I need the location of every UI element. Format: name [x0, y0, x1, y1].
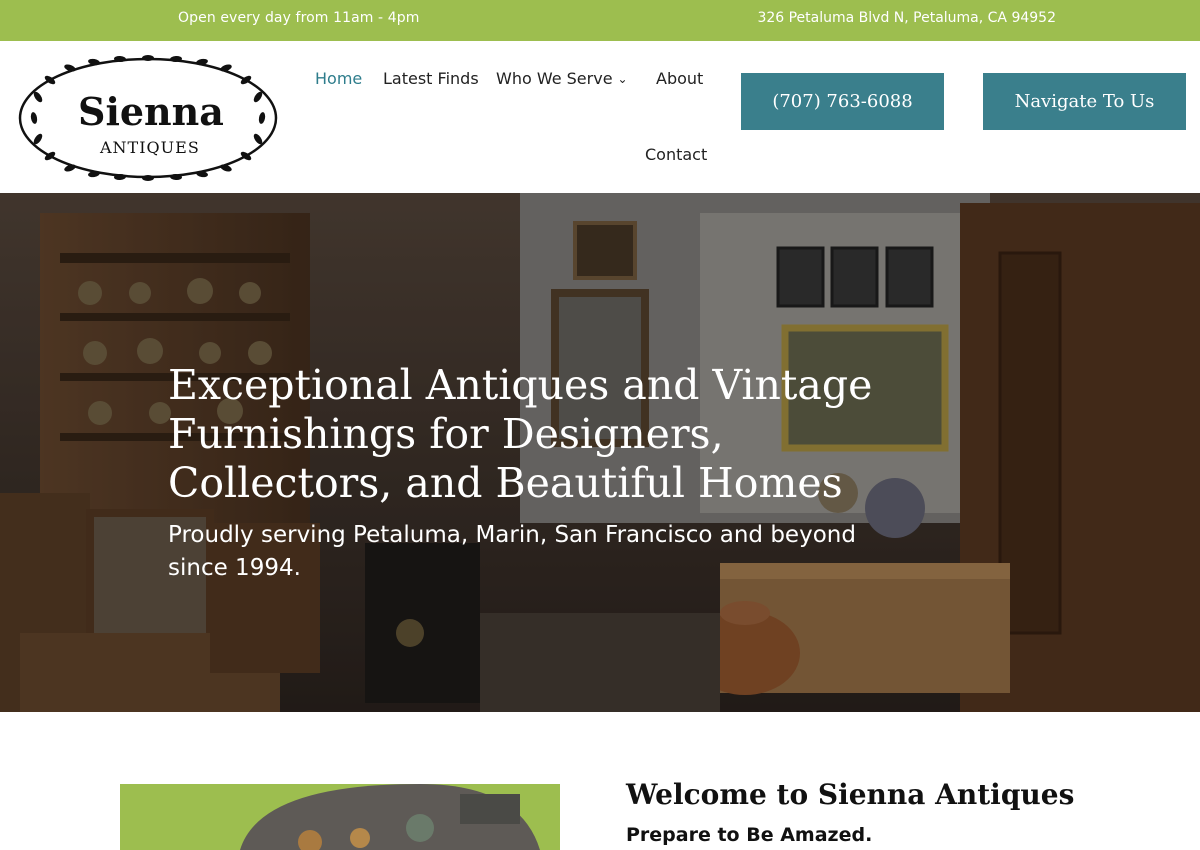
nav-contact[interactable]: Contact — [645, 145, 707, 164]
welcome-image — [120, 784, 560, 850]
hero-title: Exceptional Antiques and Vintage Furnish… — [168, 361, 873, 507]
nav-who-we-serve[interactable]: Who We Serve ⌄ — [496, 69, 628, 88]
nav-home[interactable]: Home — [315, 69, 362, 88]
nav-latest-finds[interactable]: Latest Finds — [383, 69, 479, 88]
welcome-title: Welcome to Sienna Antiques — [626, 778, 1075, 811]
logo-name: Sienna — [78, 89, 224, 134]
hero-section: Exceptional Antiques and Vintage Furnish… — [0, 193, 1200, 712]
hero-subtitle: Proudly serving Petaluma, Marin, San Fra… — [168, 522, 856, 581]
opening-hours: Open every day from 11am - 4pm — [178, 10, 420, 26]
logo-tagline: ANTIQUES — [99, 138, 200, 157]
site-header: Sienna ANTIQUES Home Latest Finds Who We… — [0, 41, 1200, 193]
welcome-subtitle: Prepare to Be Amazed. — [626, 824, 873, 846]
chevron-down-icon: ⌄ — [617, 72, 628, 86]
nav-who-we-serve-label: Who We Serve — [496, 69, 613, 88]
phone-button[interactable]: (707) 763-6088 — [741, 73, 944, 130]
top-info-bar: Open every day from 11am - 4pm 326 Petal… — [0, 0, 1200, 41]
sienna-antiques-logo[interactable]: Sienna ANTIQUES — [14, 53, 282, 183]
navigate-to-us-button[interactable]: Navigate To Us — [983, 73, 1186, 130]
nav-about[interactable]: About — [656, 69, 703, 88]
store-address: 326 Petaluma Blvd N, Petaluma, CA 94952 — [757, 10, 1056, 26]
